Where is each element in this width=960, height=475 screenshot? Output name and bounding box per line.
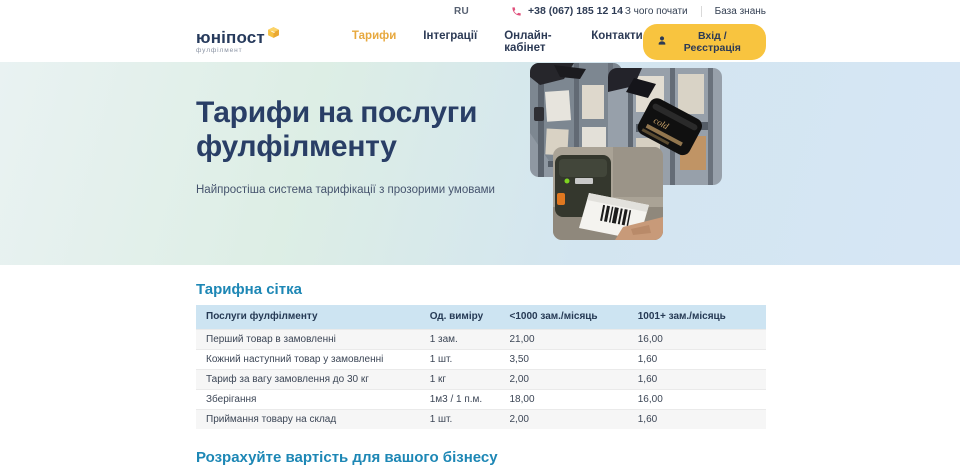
table-row: Зберігання 1м3 / 1 п.м. 18,00 16,00: [196, 389, 766, 409]
pricing-heading: Тарифна сітка: [196, 281, 960, 298]
nav-item-online-cabinet[interactable]: Онлайн-кабінет: [504, 30, 564, 54]
cell-gt1001: 1,60: [638, 409, 766, 429]
nav-item-contacts[interactable]: Контакти: [591, 30, 642, 54]
cell-unit: 1 кг: [430, 369, 510, 389]
page: RU +38 (067) 185 12 14 З чого почати Баз…: [0, 0, 960, 475]
cell-gt1001: 1,60: [638, 369, 766, 389]
nav-item-tariffs[interactable]: Тарифи: [352, 30, 396, 54]
cell-unit: 1 шт.: [430, 349, 510, 369]
link-getting-started[interactable]: З чого почати: [625, 6, 688, 17]
cell-lt1000: 3,50: [509, 349, 637, 369]
page-title: Тарифи на послуги фулфілменту: [196, 96, 496, 164]
phone-link[interactable]: +38 (067) 185 12 14: [511, 5, 623, 17]
language-switcher[interactable]: RU: [454, 6, 469, 17]
cell-service: Кожний наступний товар у замовленні: [196, 349, 430, 369]
logo-tagline: фулфілмент: [196, 48, 280, 55]
label-printer-photo: [553, 147, 663, 240]
table-row: Тариф за вагу замовлення до 30 кг 1 кг 2…: [196, 369, 766, 389]
navbar: юніпост фулфілмент Тарифи Інтеграції: [0, 22, 960, 62]
login-label: Вхід / Реєстрація: [673, 30, 752, 54]
cell-service: Зберігання: [196, 389, 430, 409]
calculator-heading: Розрахуйте вартість для вашого бізнесу: [196, 449, 960, 466]
cell-gt1001: 16,00: [638, 389, 766, 409]
login-button[interactable]: Вхід / Реєстрація: [643, 24, 766, 60]
logo[interactable]: юніпост фулфілмент: [196, 29, 280, 55]
table-row: Приймання товару на склад 1 шт. 2,00 1,6…: [196, 409, 766, 429]
cell-gt1001: 1,60: [638, 349, 766, 369]
cell-gt1001: 16,00: [638, 329, 766, 349]
col-lt1000: <1000 зам./місяць: [509, 305, 637, 329]
col-unit: Од. виміру: [430, 305, 510, 329]
logo-text: юніпост: [196, 29, 265, 46]
col-gt1001: 1001+ зам./місяць: [638, 305, 766, 329]
phone-number: +38 (067) 185 12 14: [528, 5, 623, 17]
hero-section: Тарифи на послуги фулфілменту Найпростіш…: [0, 62, 960, 265]
col-service: Послуги фулфілменту: [196, 305, 430, 329]
table-row: Перший товар в замовленні 1 зам. 21,00 1…: [196, 329, 766, 349]
cell-lt1000: 2,00: [509, 369, 637, 389]
cell-unit: 1 зам.: [430, 329, 510, 349]
cell-unit: 1 шт.: [430, 409, 510, 429]
divider: [701, 6, 702, 17]
link-knowledge-base[interactable]: База знань: [715, 6, 766, 17]
user-icon: [657, 35, 667, 49]
package-cube-icon: [267, 26, 280, 43]
table-header-row: Послуги фулфілменту Од. виміру <1000 зам…: [196, 305, 766, 329]
cell-service: Тариф за вагу замовлення до 30 кг: [196, 369, 430, 389]
main-menu: Тарифи Інтеграції Онлайн-кабінет Контакт…: [352, 30, 643, 54]
table-row: Кожний наступний товар у замовленні 1 шт…: [196, 349, 766, 369]
cell-lt1000: 21,00: [509, 329, 637, 349]
content-section: Тарифна сітка Послуги фулфілменту Од. ви…: [0, 281, 960, 466]
topbar: RU +38 (067) 185 12 14 З чого почати Баз…: [0, 0, 960, 22]
phone-icon: [511, 6, 522, 17]
cell-lt1000: 18,00: [509, 389, 637, 409]
cell-service: Приймання товару на склад: [196, 409, 430, 429]
cell-service: Перший товар в замовленні: [196, 329, 430, 349]
pricing-table: Послуги фулфілменту Од. виміру <1000 зам…: [196, 305, 766, 429]
cell-unit: 1м3 / 1 п.м.: [430, 389, 510, 409]
nav-item-integrations[interactable]: Інтеграції: [423, 30, 477, 54]
cell-lt1000: 2,00: [509, 409, 637, 429]
